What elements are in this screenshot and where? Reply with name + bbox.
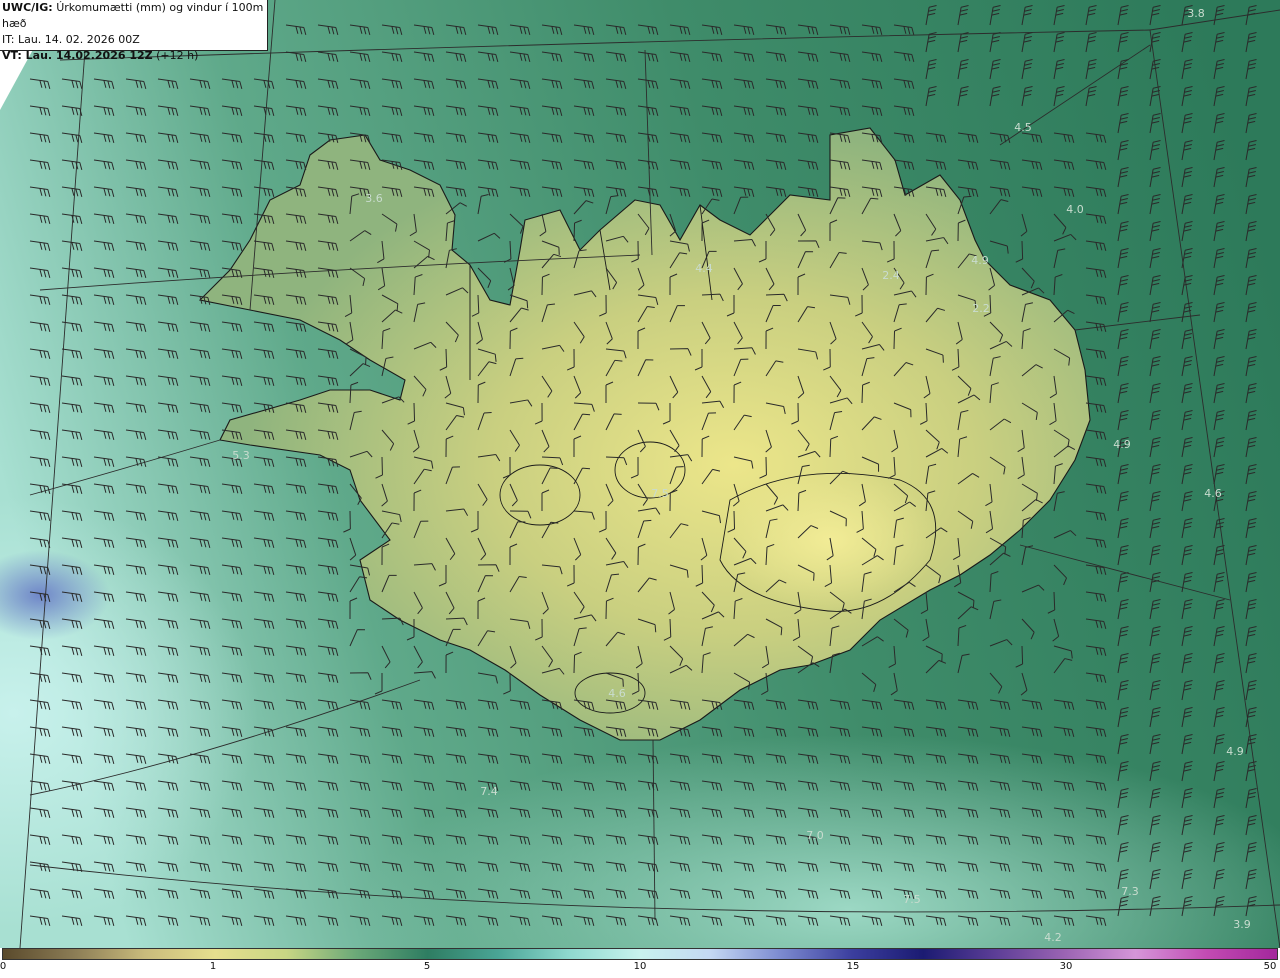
precip-value-label: 2.4 (882, 269, 900, 282)
colorbar-tick-label: 1 (209, 961, 217, 972)
colorbar-strip (2, 948, 1278, 960)
precip-value-label: 4.9 (1226, 745, 1244, 758)
colorbar-tick-label: 50 (1263, 961, 1277, 972)
precip-value-label: 3.6 (365, 192, 383, 205)
valid-time: VT: Lau. 14.02.2026 12Z (2, 49, 153, 62)
precip-value-label: 7.4 (480, 785, 498, 798)
colorbar-tick-label: 15 (846, 961, 860, 972)
precip-value-label: 4.0 (1066, 203, 1084, 216)
model-id: UWC/IG: (2, 1, 53, 14)
colorbar-tick-label: 5 (423, 961, 431, 972)
precip-value-label: 5.3 (232, 449, 250, 462)
precip-value-label: 4.6 (608, 687, 626, 700)
valid-time-line: VT: Lau. 14.02.2026 12Z (+12 h) (2, 48, 267, 64)
precip-value-label: 4.6 (1204, 487, 1222, 500)
map-header: UWC/IG: Úrkomumætti (mm) og vindur í 100… (0, 0, 268, 62)
colorbar: 0 1 5 10 15 30 50 (0, 948, 1280, 978)
colorbar-tick-label: 0 (0, 961, 7, 972)
precip-value-label: 7.5 (903, 893, 921, 906)
precip-value-label: 3.9 (1233, 918, 1251, 931)
forecast-offset: (+12 h) (156, 49, 199, 62)
precip-value-label: 3.8 (1187, 7, 1205, 20)
colorbar-tick-label: 10 (633, 961, 647, 972)
precip-value-label: 4.5 (1014, 121, 1032, 134)
weather-map[interactable]: 3.8 4.5 4.0 3.6 4.4 2.4 4.9 2.2 4.9 4.6 5.3 7.5 4.6 4… (0, 0, 1280, 948)
precip-value-label: 4.2 (1044, 931, 1062, 944)
precip-value-label: 4.9 (971, 254, 989, 267)
precip-value-label: 7.3 (1121, 885, 1139, 898)
init-time: IT: Lau. 14. 02. 2026 00Z (2, 33, 140, 46)
precip-value-label: 4.4 (695, 262, 713, 275)
colorbar-tick-label: 30 (1059, 961, 1073, 972)
title-line: UWC/IG: Úrkomumætti (mm) og vindur í 100… (2, 0, 267, 32)
precip-value-label: 7.0 (806, 829, 824, 842)
precip-value-label: 4.9 (1113, 438, 1131, 451)
precip-value-label: 2.2 (972, 302, 990, 315)
precip-value-label: 7.5 (651, 487, 669, 500)
